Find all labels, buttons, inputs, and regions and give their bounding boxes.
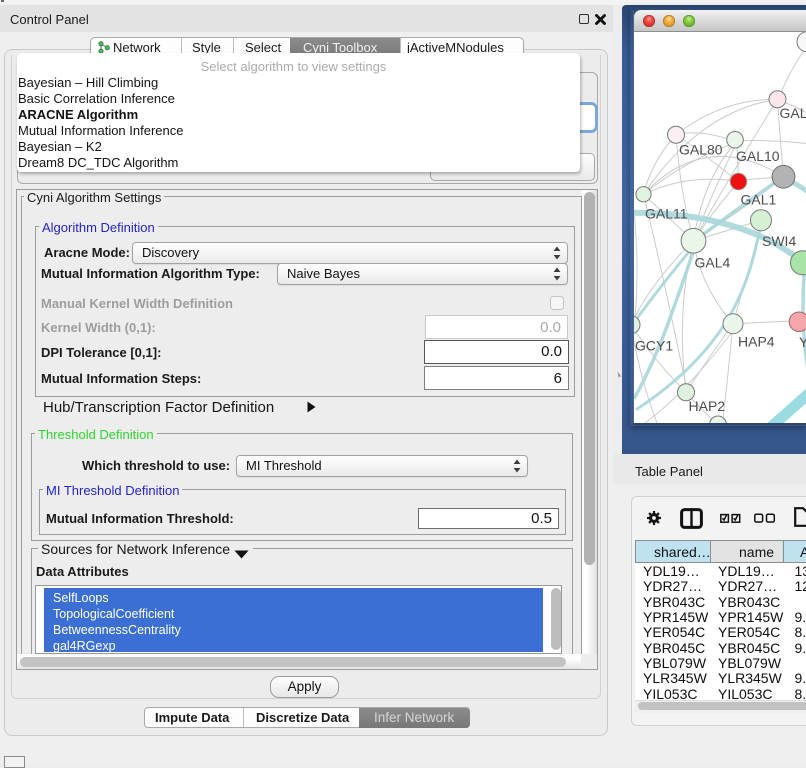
svg-text:HAP2: HAP2 — [689, 397, 726, 413]
svg-text:GAL80: GAL80 — [679, 141, 723, 157]
svg-text:GAL11: GAL11 — [645, 205, 688, 221]
svg-text:GAL4: GAL4 — [695, 254, 731, 270]
svg-text:GCY1: GCY1 — [635, 337, 673, 353]
svg-text:GAL7: GAL7 — [780, 104, 806, 120]
svg-text:GAL10: GAL10 — [736, 147, 780, 163]
svg-text:SWI4: SWI4 — [762, 232, 796, 248]
svg-text:HAP4: HAP4 — [738, 333, 775, 349]
svg-text:YD: YD — [799, 333, 806, 349]
svg-text:GAL1: GAL1 — [741, 191, 777, 207]
